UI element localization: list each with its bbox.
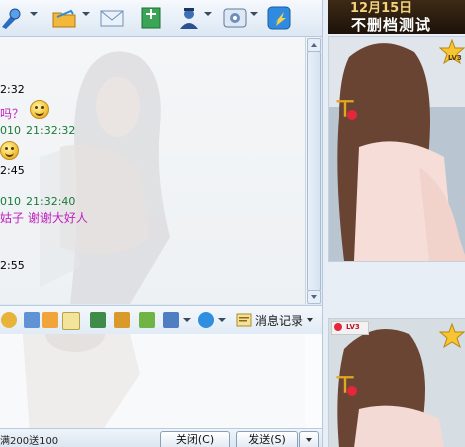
send-button[interactable]: 发送(S) bbox=[236, 431, 298, 447]
app-launcher-icon[interactable] bbox=[266, 5, 292, 31]
edit-pen-icon[interactable] bbox=[42, 312, 58, 328]
bottom-bar: 满200送100 关闭(C) 发送(S) bbox=[0, 428, 322, 447]
microphone-icon[interactable] bbox=[0, 5, 26, 31]
picture-icon[interactable] bbox=[90, 312, 106, 328]
message-text: 姑子 谢谢大好人 bbox=[0, 211, 88, 225]
live-show-card[interactable]: LV3 ㄒ bbox=[328, 36, 465, 262]
chat-window: 2:32 吗？ 010 21:32:32 2:45 010 21:32:40 姑… bbox=[0, 0, 465, 447]
message-time: 2:45 bbox=[0, 164, 25, 177]
heart-icon bbox=[334, 323, 342, 331]
emoticon-icon[interactable] bbox=[1, 312, 17, 328]
bucket-icon[interactable] bbox=[24, 312, 40, 328]
chevron-down-icon[interactable] bbox=[218, 318, 226, 322]
mail-icon[interactable] bbox=[99, 5, 125, 31]
smiley-icon bbox=[30, 100, 49, 119]
ad-slogan: 不删档测试 bbox=[351, 16, 432, 34]
message-input[interactable] bbox=[0, 334, 322, 428]
input-background-image bbox=[0, 334, 305, 428]
scroll-down-button[interactable] bbox=[307, 290, 321, 304]
message-time: 21:32:32 bbox=[26, 124, 76, 137]
right-panel: 12月15日 不删档测试 LV3 ㄒ LV3 ㄒ bbox=[322, 0, 465, 447]
message-date: 010 bbox=[0, 195, 21, 208]
send-options-button[interactable] bbox=[299, 431, 319, 447]
history-icon bbox=[236, 313, 252, 327]
message-text: 吗？ bbox=[0, 107, 25, 121]
close-button[interactable]: 关闭(C) bbox=[160, 431, 230, 447]
music-icon[interactable] bbox=[198, 312, 214, 328]
edit-icon[interactable] bbox=[62, 312, 80, 330]
scroll-thumb[interactable] bbox=[307, 51, 321, 291]
level-label: LV3 bbox=[448, 54, 462, 62]
chevron-down-icon[interactable] bbox=[30, 12, 38, 16]
top-toolbar bbox=[0, 0, 322, 37]
message-time: 2:32 bbox=[0, 83, 25, 96]
chat-history[interactable]: 2:32 吗？ 010 21:32:32 2:45 010 21:32:40 姑… bbox=[0, 37, 305, 304]
show-photo bbox=[329, 37, 465, 261]
folder-icon[interactable] bbox=[51, 5, 77, 31]
settings-icon[interactable] bbox=[222, 5, 248, 31]
chevron-down-icon[interactable] bbox=[82, 12, 90, 16]
message-date: 010 bbox=[0, 124, 21, 137]
chevron-down-icon bbox=[306, 438, 312, 442]
scroll-up-button[interactable] bbox=[307, 38, 321, 52]
level-label: LV3 bbox=[346, 323, 360, 331]
add-document-icon[interactable] bbox=[139, 5, 165, 31]
ad-banner[interactable]: 12月15日 不删档测试 bbox=[328, 0, 465, 34]
gift-icon: ㄒ bbox=[333, 371, 359, 401]
input-toolbar: 消息记录 bbox=[0, 305, 322, 335]
chat-background-image bbox=[0, 37, 305, 304]
message-time: 21:32:40 bbox=[26, 195, 76, 208]
level-badge: LV3 bbox=[438, 38, 465, 65]
gift-icon[interactable] bbox=[139, 312, 155, 328]
chevron-down-icon[interactable] bbox=[204, 12, 212, 16]
promo-text: 满200送100 bbox=[0, 436, 59, 447]
gift-icon: ㄒ bbox=[333, 95, 359, 125]
smiley-icon bbox=[0, 141, 19, 160]
chevron-down-icon[interactable] bbox=[250, 12, 258, 16]
chevron-down-icon[interactable] bbox=[183, 318, 191, 322]
live-show-card[interactable]: LV3 ㄒ bbox=[328, 318, 465, 447]
user-services-icon[interactable] bbox=[176, 5, 202, 31]
screenshot-icon[interactable] bbox=[114, 312, 130, 328]
message-history-label: 消息记录 bbox=[255, 313, 304, 328]
message-time: 2:55 bbox=[0, 259, 25, 272]
message-history-button[interactable]: 消息记录 bbox=[234, 311, 315, 329]
chevron-down-icon bbox=[307, 318, 314, 322]
screen-share-icon[interactable] bbox=[163, 312, 179, 328]
level-tag: LV3 bbox=[331, 321, 369, 335]
chat-scrollbar[interactable] bbox=[305, 37, 321, 304]
star-icon bbox=[438, 322, 465, 349]
